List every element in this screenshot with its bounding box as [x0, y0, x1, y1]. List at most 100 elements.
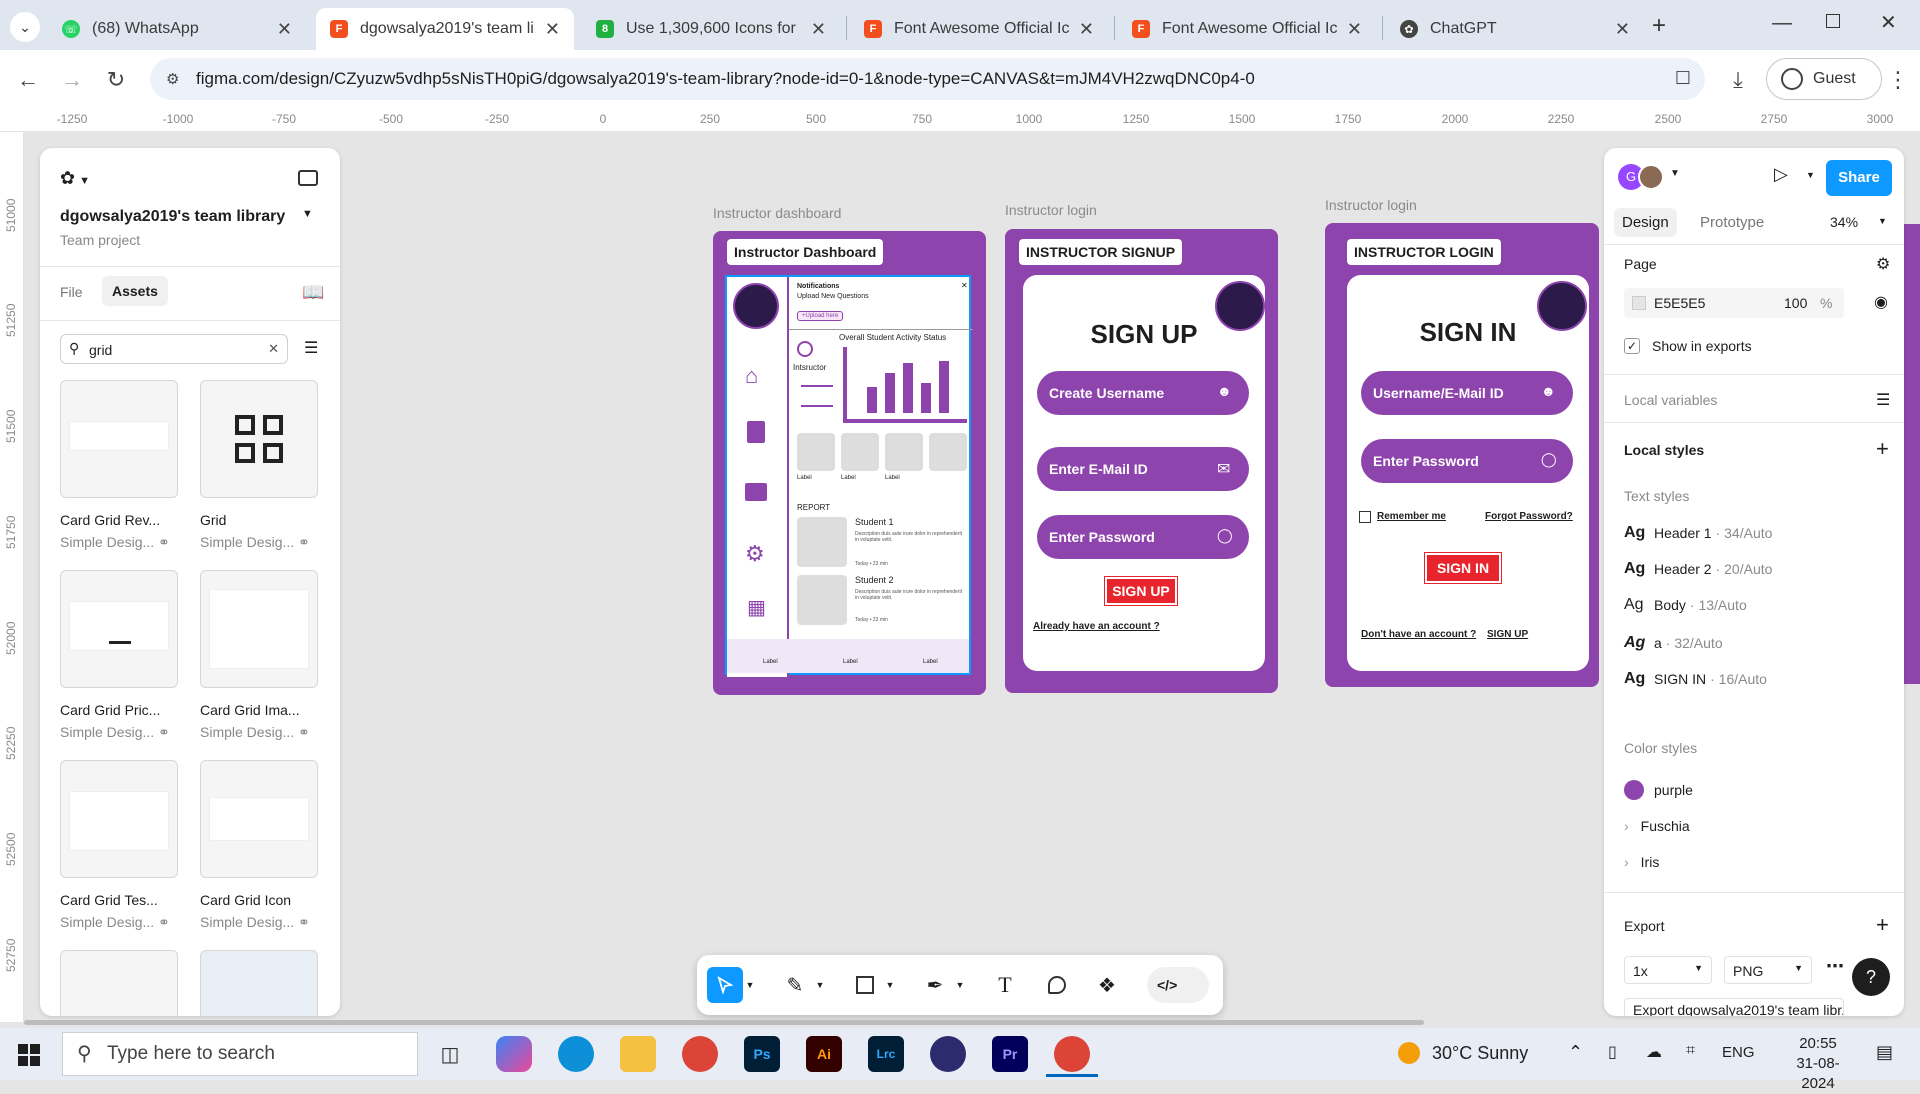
- text-style-body[interactable]: Ag Body · 13/Auto: [1624, 596, 1747, 614]
- close-icon[interactable]: ✕: [277, 19, 292, 40]
- clear-search-icon[interactable]: ✕: [268, 341, 279, 357]
- text-tool-icon[interactable]: T: [987, 967, 1023, 1003]
- close-icon[interactable]: ✕: [811, 19, 826, 40]
- notifications-icon[interactable]: ▤: [1876, 1042, 1893, 1063]
- forward-icon[interactable]: →: [56, 64, 88, 96]
- library-book-icon[interactable]: 📖: [302, 282, 324, 303]
- photoshop-icon[interactable]: Ps: [744, 1036, 780, 1072]
- present-play-icon[interactable]: ▷: [1774, 164, 1788, 185]
- tab-whatsapp[interactable]: ☏ (68) WhatsApp ✕: [48, 8, 306, 50]
- eye-icon[interactable]: ◉: [1874, 292, 1888, 312]
- pencil-tool-icon[interactable]: ✎: [777, 967, 813, 1003]
- tray-chevron-up-icon[interactable]: ⌃: [1568, 1042, 1583, 1063]
- search-input[interactable]: ⚲ grid ✕: [60, 334, 288, 364]
- phone-link-icon[interactable]: ▯: [1608, 1042, 1617, 1062]
- help-button[interactable]: ?: [1852, 958, 1890, 996]
- tab-assets[interactable]: Assets: [102, 276, 168, 306]
- tab-font-awesome-1[interactable]: F Font Awesome Official Icor ✕: [850, 8, 1108, 50]
- more-options-icon[interactable]: ⋯: [1826, 956, 1844, 977]
- chevron-down-icon[interactable]: ▼: [813, 967, 827, 1003]
- file-explorer-icon[interactable]: [620, 1036, 656, 1072]
- wifi-icon[interactable]: ⌗: [1686, 1042, 1695, 1060]
- tab-file[interactable]: File: [60, 284, 83, 300]
- copilot-icon[interactable]: [496, 1036, 532, 1072]
- asset-card-grid-image[interactable]: Card Grid Ima... Simple Desig... ⚭: [200, 570, 320, 741]
- chevron-down-icon[interactable]: ▼: [1806, 170, 1815, 180]
- comment-tool-icon[interactable]: [1039, 967, 1075, 1003]
- tab-design[interactable]: Design: [1614, 208, 1677, 237]
- color-style-purple[interactable]: purple: [1624, 780, 1693, 800]
- task-view-icon[interactable]: ◫: [432, 1036, 468, 1072]
- figma-menu-button[interactable]: ✿ ▼: [60, 168, 90, 189]
- text-style-sign-in[interactable]: Ag SIGN IN · 16/Auto: [1624, 670, 1767, 688]
- zoom-level[interactable]: 34%: [1830, 214, 1858, 230]
- close-icon[interactable]: ✕: [545, 19, 560, 40]
- frame-instructor-dashboard[interactable]: Instructor Dashboard ⌂ ⚙ ▦ Notifications…: [713, 231, 986, 695]
- chrome-active-icon[interactable]: [1054, 1036, 1090, 1072]
- close-icon[interactable]: ✕: [1347, 19, 1362, 40]
- lightroom-classic-icon[interactable]: Lrc: [868, 1036, 904, 1072]
- components-tool-icon[interactable]: ❖: [1089, 967, 1125, 1003]
- close-icon[interactable]: ✕: [1615, 19, 1630, 40]
- chevron-down-icon[interactable]: ▼: [302, 208, 313, 220]
- back-icon[interactable]: ←: [12, 64, 44, 96]
- horizontal-scrollbar[interactable]: [24, 1020, 1424, 1025]
- tab-icons8[interactable]: 8 Use 1,309,600 Icons for iOS ✕: [582, 8, 840, 50]
- variables-settings-icon[interactable]: ☰: [1876, 390, 1890, 410]
- weather-widget[interactable]: 30°C Sunny: [1398, 1042, 1528, 1064]
- export-button[interactable]: Export dgowsalya2019's team libr...: [1624, 998, 1844, 1016]
- premiere-icon[interactable]: Pr: [992, 1036, 1028, 1072]
- frame-label-login[interactable]: Instructor login: [1325, 197, 1417, 213]
- chevron-down-icon[interactable]: ▼: [1878, 216, 1887, 226]
- asset-card-grid-icon[interactable]: Card Grid Icon Simple Desig... ⚭: [200, 760, 320, 931]
- text-style-header-2[interactable]: Ag Header 2 · 20/Auto: [1624, 560, 1772, 578]
- page-color-field[interactable]: E5E5E5 100 %: [1624, 288, 1844, 318]
- share-button[interactable]: Share: [1826, 160, 1892, 196]
- pen-tool-icon[interactable]: ✒: [917, 967, 953, 1003]
- move-tool[interactable]: [707, 967, 743, 1003]
- text-style-a[interactable]: Ag a · 32/Auto: [1624, 634, 1723, 652]
- audition-icon[interactable]: [930, 1036, 966, 1072]
- chrome-icon[interactable]: [682, 1036, 718, 1072]
- text-style-header-1[interactable]: Ag Header 1 · 34/Auto: [1624, 524, 1772, 542]
- export-format-select[interactable]: PNG ▼: [1724, 956, 1812, 984]
- asset-grid[interactable]: Grid Simple Desig... ⚭: [200, 380, 320, 551]
- frame-instructor-login[interactable]: INSTRUCTOR LOGIN SIGN IN Username/E-Mail…: [1325, 223, 1599, 687]
- onedrive-icon[interactable]: ☁: [1646, 1042, 1662, 1062]
- windows-start-icon[interactable]: [18, 1044, 40, 1066]
- language-indicator[interactable]: ENG: [1722, 1044, 1755, 1061]
- show-in-exports-checkbox[interactable]: ✓: [1624, 338, 1640, 354]
- add-export-icon[interactable]: +: [1876, 912, 1889, 938]
- color-style-iris[interactable]: › Iris: [1624, 854, 1659, 870]
- frame-label-signup[interactable]: Instructor login: [1005, 202, 1097, 218]
- chevron-down-icon[interactable]: ▼: [743, 967, 757, 1003]
- tab-font-awesome-2[interactable]: F Font Awesome Official Icor ✕: [1118, 8, 1376, 50]
- tab-search-button[interactable]: ⌄: [10, 12, 40, 42]
- chevron-down-icon[interactable]: ▼: [883, 967, 897, 1003]
- tab-prototype[interactable]: Prototype: [1700, 214, 1764, 231]
- avatar-photo[interactable]: [1638, 164, 1664, 190]
- clock[interactable]: 20:55 31-08-2024: [1780, 1034, 1856, 1094]
- menu-kebab-icon[interactable]: ⋮: [1882, 64, 1914, 96]
- add-style-icon[interactable]: +: [1876, 436, 1889, 462]
- url-input[interactable]: ⚙ figma.com/design/CZyuzw5vdhp5sNisTH0pi…: [150, 58, 1705, 100]
- export-scale-select[interactable]: 1x ▼: [1624, 956, 1712, 984]
- dev-mode-icon[interactable]: </>: [1147, 967, 1209, 1003]
- restore-icon[interactable]: [1826, 14, 1840, 28]
- close-window-icon[interactable]: ✕: [1880, 10, 1897, 35]
- filter-icon[interactable]: ☰: [304, 338, 318, 358]
- taskbar-search-input[interactable]: ⚲ Type here to search: [62, 1032, 418, 1076]
- illustrator-icon[interactable]: Ai: [806, 1036, 842, 1072]
- asset-card-grid-pricing[interactable]: Card Grid Pric... Simple Desig... ⚭: [60, 570, 180, 741]
- asset-thumbnail-partial[interactable]: [200, 950, 320, 1016]
- tab-chatgpt[interactable]: ✿ ChatGPT ✕: [1386, 8, 1644, 50]
- tab-figma[interactable]: F dgowsalya2019's team libr ✕: [316, 8, 574, 50]
- frame-tool-icon[interactable]: [847, 967, 883, 1003]
- new-tab-button[interactable]: +: [1652, 12, 1666, 40]
- chevron-down-icon[interactable]: ▼: [1670, 168, 1680, 179]
- bookmark-icon[interactable]: ☐: [1675, 68, 1691, 89]
- partial-frame[interactable]: [1904, 224, 1920, 684]
- edge-icon[interactable]: [558, 1036, 594, 1072]
- chevron-down-icon[interactable]: ▼: [953, 967, 967, 1003]
- asset-card-grid-review[interactable]: Card Grid Rev... Simple Desig... ⚭: [60, 380, 180, 551]
